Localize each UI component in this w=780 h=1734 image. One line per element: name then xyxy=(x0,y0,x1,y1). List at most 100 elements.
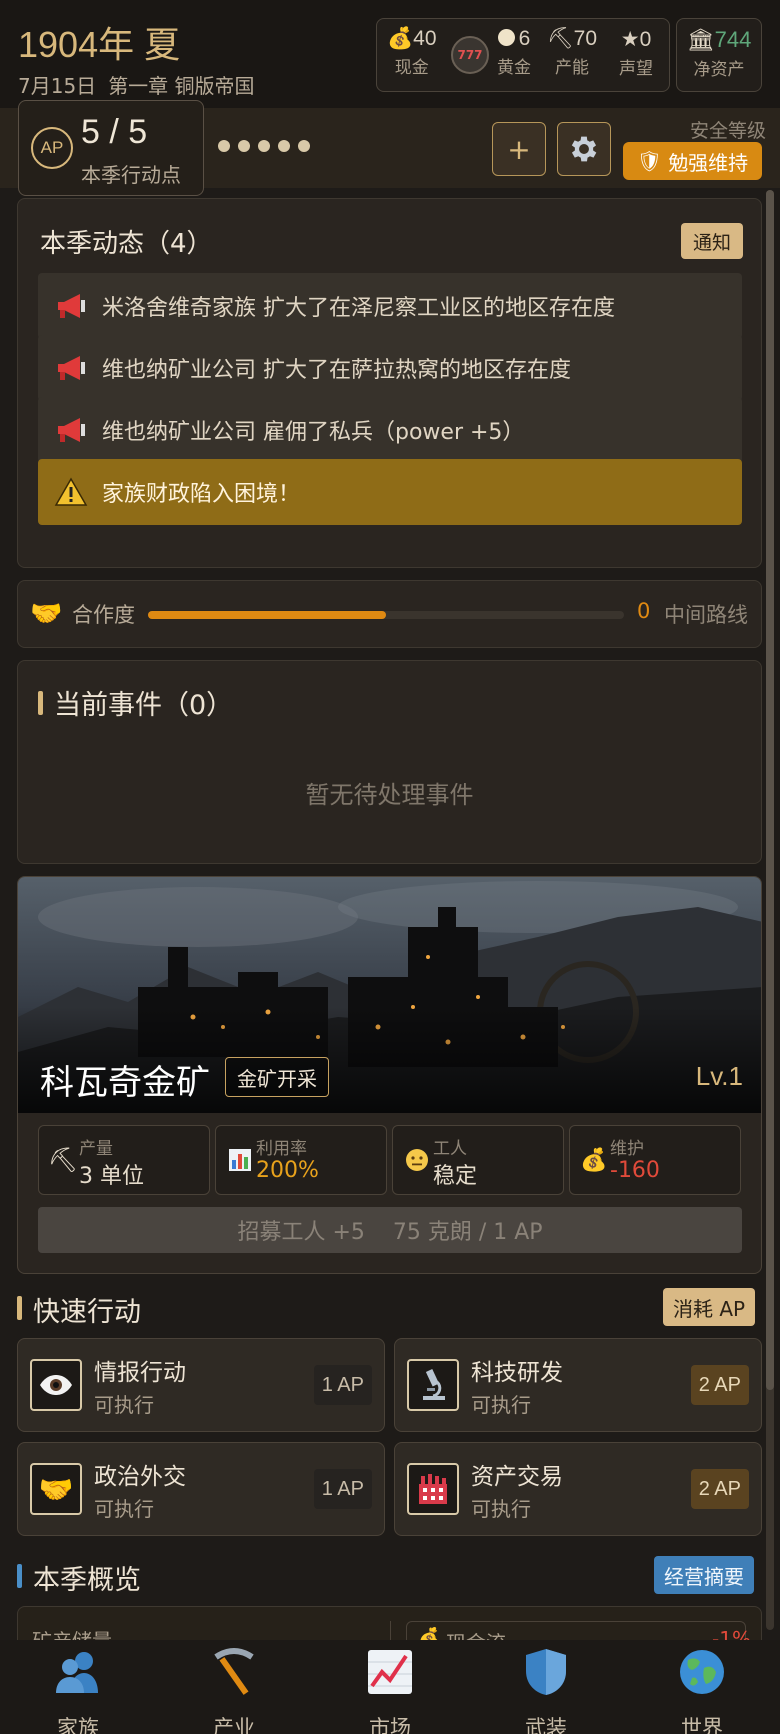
pickaxe-icon: ⛏ xyxy=(547,27,574,50)
slot-machine-icon[interactable]: 777 xyxy=(451,36,489,74)
action-research[interactable]: 科技研发 可执行 2 AP xyxy=(394,1338,762,1432)
cooperation-progress xyxy=(148,611,624,619)
ap-badge-icon: AP xyxy=(31,127,73,169)
mine-stat-workers: 工人 稳定 xyxy=(392,1125,564,1195)
shield-icon xyxy=(520,1646,572,1698)
add-button[interactable]: + xyxy=(492,122,546,176)
stat-production: ⛏70 产能 xyxy=(547,27,598,78)
news-item[interactable]: 维也纳矿业公司 雇佣了私兵（power +5） xyxy=(38,397,742,463)
globe-icon xyxy=(676,1646,728,1698)
scrollbar[interactable] xyxy=(766,190,774,1630)
ap-dot xyxy=(218,140,230,152)
megaphone-icon xyxy=(54,291,94,321)
ap-value: 5 / 5 xyxy=(81,113,148,151)
pickaxe-icon xyxy=(208,1646,260,1698)
nav-family[interactable]: 家族 xyxy=(0,1640,156,1734)
cooperation-bar: 🤝 合作度 0 中间路线 xyxy=(17,580,762,648)
resource-stats[interactable]: 💰40 现金 777 6 黄金 ⛏70 产能 ★0 声望 xyxy=(376,18,670,92)
ap-dots xyxy=(218,140,310,152)
current-events-card: 当前事件（0） 暂无待处理事件 xyxy=(17,660,762,864)
quick-actions-title: 快速行动 xyxy=(33,1297,141,1328)
star-icon: ★ xyxy=(620,28,640,51)
ap-label: 本季行动点 xyxy=(81,163,181,187)
money-bag-icon: 💰 xyxy=(387,27,414,50)
ap-dot xyxy=(298,140,310,152)
security-status-badge[interactable]: 🛡 勉强维持 xyxy=(623,142,762,180)
action-diplomacy[interactable]: 🤝 政治外交 可执行 1 AP xyxy=(17,1442,385,1536)
news-title: 本季动态（4） xyxy=(40,229,213,259)
gold-coin-icon xyxy=(497,29,515,46)
ap-cost-button[interactable]: 消耗 AP xyxy=(663,1288,756,1326)
ap-cost: 2 AP xyxy=(690,1365,749,1405)
route-label: 中间路线 xyxy=(664,603,748,627)
cooperation-label: 合作度 xyxy=(72,603,135,627)
warning-icon xyxy=(54,477,94,507)
ap-dot xyxy=(278,140,290,152)
bar-chart-icon xyxy=(226,1146,254,1174)
microscope-icon xyxy=(407,1359,459,1411)
stat-cash: 💰40 现金 xyxy=(387,27,437,78)
ap-cost: 1 AP xyxy=(313,1365,372,1405)
factory-icon xyxy=(407,1463,459,1515)
mine-card[interactable]: 科瓦奇金矿 金矿开采 Lv.1 ⛏ 产量 3 单位 利用率 200% 工人 稳定… xyxy=(17,876,762,1274)
handshake-icon: 🤝 xyxy=(30,599,63,629)
gear-icon xyxy=(571,136,597,162)
current-date: 7月15日 xyxy=(18,74,97,98)
ap-cost: 1 AP xyxy=(313,1469,372,1509)
ap-dot xyxy=(258,140,270,152)
ap-cost: 2 AP xyxy=(690,1469,749,1509)
section-marker xyxy=(17,1564,22,1588)
overview-title: 本季概览 xyxy=(33,1565,141,1596)
eye-icon xyxy=(30,1359,82,1411)
news-item[interactable]: 米洛舍维奇家族 扩大了在泽尼察工业区的地区存在度 xyxy=(38,273,742,339)
stat-net-assets[interactable]: 🏛744 净资产 xyxy=(676,18,762,92)
stat-prestige: ★0 声望 xyxy=(619,28,653,79)
finance-warning[interactable]: 家族财政陷入困境！ xyxy=(38,459,742,525)
family-icon xyxy=(52,1646,104,1698)
cooperation-progress-fill xyxy=(148,611,386,619)
action-intel[interactable]: 情报行动 可执行 1 AP xyxy=(17,1338,385,1432)
nav-military[interactable]: 武装 xyxy=(468,1640,624,1734)
security-level-label: 安全等级 xyxy=(689,120,766,142)
megaphone-icon xyxy=(54,353,94,383)
money-bag-icon: 💰 xyxy=(580,1147,608,1173)
date-chapter-line: 7月15日 第一章 铜版帝国 xyxy=(18,70,255,99)
mine-type-tag: 金矿开采 xyxy=(225,1057,329,1097)
stat-gold: 6 黄金 xyxy=(497,27,531,78)
top-header: 1904年 夏 7月15日 第一章 铜版帝国 💰40 现金 777 6 黄金 ⛏7… xyxy=(0,0,780,108)
chapter-label: 第一章 铜版帝国 xyxy=(108,74,255,98)
nav-world[interactable]: 世界 xyxy=(624,1640,780,1734)
notify-button[interactable]: 通知 xyxy=(681,223,743,259)
megaphone-icon xyxy=(54,415,94,445)
ap-dot xyxy=(238,140,250,152)
ap-bar: AP 5 / 5 本季行动点 + 安全等级 🛡 勉强维持 xyxy=(0,100,780,196)
mine-name: 科瓦奇金矿 xyxy=(40,1063,210,1103)
news-item[interactable]: 维也纳矿业公司 扩大了在萨拉热窝的地区存在度 xyxy=(38,335,742,401)
business-summary-button[interactable]: 经营摘要 xyxy=(654,1556,754,1594)
season-news-card: 本季动态（4） 通知 米洛舍维奇家族 扩大了在泽尼察工业区的地区存在度 维也纳矿… xyxy=(17,198,762,568)
chart-icon xyxy=(364,1646,416,1698)
action-asset-trade[interactable]: 资产交易 可执行 2 AP xyxy=(394,1442,762,1536)
handshake-icon: 🤝 xyxy=(30,1463,82,1515)
mine-stat-upkeep: 💰 维护 -160 xyxy=(569,1125,741,1195)
bottom-nav: 家族 产业 市场 武装 世界 xyxy=(0,1640,780,1734)
mine-level: Lv.1 xyxy=(695,1061,743,1091)
pickaxe-icon: ⛏ xyxy=(47,1146,79,1174)
shield-icon: 🛡 xyxy=(636,149,663,173)
ap-card: AP 5 / 5 本季行动点 xyxy=(18,100,204,196)
settings-button[interactable] xyxy=(557,122,611,176)
cooperation-value: 0 xyxy=(637,599,651,623)
mine-stat-utilization: 利用率 200% xyxy=(215,1125,387,1195)
section-marker xyxy=(17,1296,22,1320)
date-title: 1904年 夏 xyxy=(18,24,181,65)
events-title: 当前事件（0） xyxy=(54,690,234,721)
scrollbar-thumb[interactable] xyxy=(766,190,774,1390)
mine-stat-output: ⛏ 产量 3 单位 xyxy=(38,1125,210,1195)
neutral-face-icon xyxy=(403,1146,431,1174)
events-empty-text: 暂无待处理事件 xyxy=(305,781,474,809)
recruit-workers-button[interactable]: 招募工人 +5 75 克朗 / 1 AP xyxy=(38,1207,742,1253)
nav-market[interactable]: 市场 xyxy=(312,1640,468,1734)
section-marker xyxy=(38,691,43,715)
bank-icon: 🏛 xyxy=(686,27,715,52)
nav-industry[interactable]: 产业 xyxy=(156,1640,312,1734)
